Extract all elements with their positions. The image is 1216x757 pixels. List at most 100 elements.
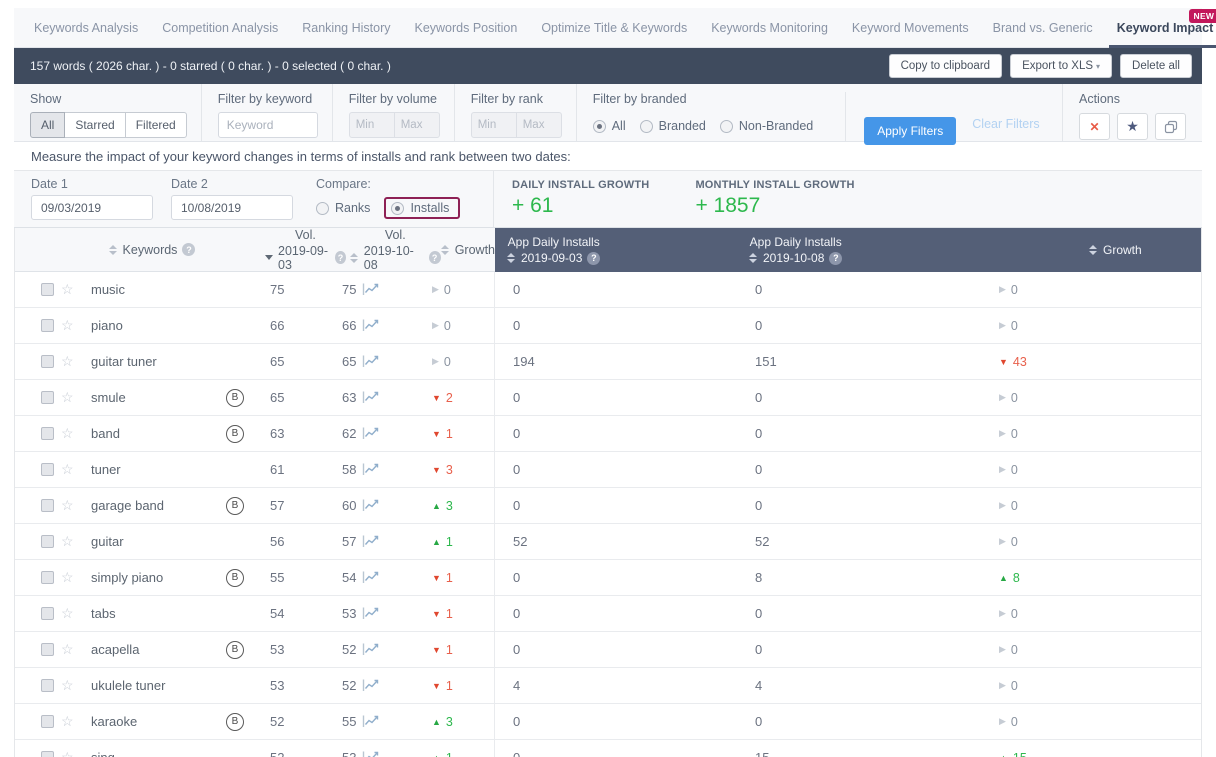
- installs-date2-value: 0: [755, 282, 763, 297]
- clear-filters-button[interactable]: Clear Filters: [972, 117, 1039, 131]
- chart-line-icon[interactable]: [362, 391, 379, 404]
- show-starred-button[interactable]: Starred: [64, 112, 126, 138]
- chart-line-icon[interactable]: [362, 499, 379, 512]
- star-icon[interactable]: ☆: [61, 353, 74, 370]
- volume-date2-value: 60: [342, 498, 357, 513]
- row-checkbox[interactable]: [41, 679, 54, 692]
- row-checkbox[interactable]: [41, 535, 54, 548]
- star-icon[interactable]: ☆: [61, 713, 74, 730]
- row-checkbox[interactable]: [41, 355, 54, 368]
- star-icon[interactable]: ☆: [61, 569, 74, 586]
- chart-line-icon[interactable]: [362, 643, 379, 656]
- sort-icon[interactable]: [349, 252, 358, 263]
- star-icon[interactable]: ☆: [61, 317, 74, 334]
- compare-installs-radio[interactable]: Installs: [391, 201, 449, 215]
- vol-date1-column-header[interactable]: Vol. 2019-09-03?: [265, 228, 346, 272]
- nav-tab[interactable]: Ranking History: [290, 8, 402, 47]
- copy-filtered-button[interactable]: [1155, 113, 1186, 140]
- sort-icon[interactable]: [1089, 245, 1097, 255]
- help-icon[interactable]: ?: [428, 251, 441, 264]
- chart-line-icon[interactable]: [362, 607, 379, 620]
- chart-line-icon[interactable]: [362, 463, 379, 476]
- star-icon[interactable]: ☆: [61, 641, 74, 658]
- chart-line-icon[interactable]: [362, 751, 379, 757]
- table-row: ☆ garage band B 57 60 ▲ 3 0 0 ▶ 0: [15, 488, 1201, 524]
- nav-tab[interactable]: Competition Analysis: [150, 8, 290, 47]
- chart-line-icon[interactable]: [362, 715, 379, 728]
- star-icon[interactable]: ☆: [61, 749, 74, 757]
- growth-direction-icon: ▶: [999, 716, 1006, 726]
- nav-tab[interactable]: Brand vs. Generic: [981, 8, 1105, 47]
- help-icon[interactable]: ?: [335, 251, 346, 264]
- chart-line-icon[interactable]: [362, 535, 379, 548]
- row-checkbox[interactable]: [41, 499, 54, 512]
- installs-growth-column-header[interactable]: Growth: [979, 228, 1201, 272]
- vol-date2-column-header[interactable]: Vol. 2019-10-08?: [349, 228, 441, 272]
- row-checkbox[interactable]: [41, 751, 54, 757]
- row-checkbox[interactable]: [41, 427, 54, 440]
- row-checkbox[interactable]: [41, 607, 54, 620]
- chart-line-icon[interactable]: [362, 283, 379, 296]
- vol-growth-column-header[interactable]: Growth: [440, 228, 495, 271]
- show-filtered-button[interactable]: Filtered: [124, 112, 187, 138]
- star-icon[interactable]: ☆: [61, 533, 74, 550]
- nav-tab[interactable]: Keyword Movements: [840, 8, 981, 47]
- copy-to-clipboard-button[interactable]: Copy to clipboard: [888, 54, 1003, 78]
- nav-tab[interactable]: Keywords Monitoring: [699, 8, 840, 47]
- installs-date2-column-header[interactable]: App Daily Installs 2019-10-08?: [737, 228, 979, 272]
- row-checkbox[interactable]: [41, 283, 54, 296]
- row-checkbox[interactable]: [41, 715, 54, 728]
- star-icon[interactable]: ☆: [61, 677, 74, 694]
- branded-all-radio[interactable]: All: [592, 119, 626, 133]
- growth-direction-icon: ▶: [999, 680, 1006, 690]
- star-icon[interactable]: ☆: [61, 605, 74, 622]
- installs-growth: ▶ 0: [999, 678, 1018, 693]
- rank-min-input[interactable]: [470, 112, 517, 138]
- star-icon[interactable]: ☆: [61, 281, 74, 298]
- branded-branded-radio[interactable]: Branded: [639, 119, 706, 133]
- sort-icon[interactable]: [108, 244, 117, 255]
- row-checkbox[interactable]: [41, 391, 54, 404]
- keywords-column-header[interactable]: Keywords ?: [61, 228, 243, 271]
- nav-tab[interactable]: Optimize Title & Keywords: [529, 8, 699, 47]
- sort-icon[interactable]: [507, 253, 515, 263]
- help-icon[interactable]: ?: [829, 251, 843, 265]
- chart-line-icon[interactable]: [362, 319, 379, 332]
- row-checkbox[interactable]: [41, 319, 54, 332]
- star-icon[interactable]: ☆: [61, 389, 74, 406]
- help-icon[interactable]: ?: [182, 243, 196, 256]
- star-icon[interactable]: ☆: [61, 461, 74, 478]
- chart-line-icon[interactable]: [362, 571, 379, 584]
- chart-line-icon[interactable]: [362, 427, 379, 440]
- installs-date1-column-header[interactable]: App Daily Installs 2019-09-03?: [495, 228, 737, 272]
- sort-icon[interactable]: [749, 253, 757, 263]
- row-checkbox[interactable]: [41, 463, 54, 476]
- volume-min-input[interactable]: [348, 112, 395, 138]
- branded-nonbranded-radio[interactable]: Non-Branded: [719, 119, 813, 133]
- table-header: Keywords ? Vol. 2019-09-03? Vol. 2019-10…: [15, 228, 1201, 272]
- star-icon[interactable]: ☆: [61, 425, 74, 442]
- delete-all-button[interactable]: Delete all: [1120, 54, 1192, 78]
- chart-line-icon[interactable]: [362, 679, 379, 692]
- keyword-filter-input[interactable]: [217, 112, 318, 138]
- rank-max-input[interactable]: [515, 112, 562, 138]
- nav-tab[interactable]: Keyword Impact NEW: [1105, 8, 1216, 48]
- actions-label: Actions: [1079, 92, 1120, 106]
- date1-input[interactable]: [31, 195, 153, 220]
- sort-icon[interactable]: [440, 244, 449, 255]
- row-checkbox[interactable]: [41, 571, 54, 584]
- chart-line-icon[interactable]: [362, 355, 379, 368]
- row-checkbox[interactable]: [41, 643, 54, 656]
- nav-tab[interactable]: Keywords Position: [402, 8, 529, 47]
- nav-tab[interactable]: Keywords Analysis: [22, 8, 150, 47]
- star-icon[interactable]: ☆: [61, 497, 74, 514]
- show-all-button[interactable]: All: [30, 112, 66, 138]
- star-filtered-button[interactable]: ★: [1117, 113, 1148, 140]
- volume-max-input[interactable]: [393, 112, 440, 138]
- remove-filtered-button[interactable]: ✕: [1079, 113, 1110, 140]
- compare-ranks-radio[interactable]: Ranks: [316, 201, 370, 215]
- date2-input[interactable]: [171, 195, 293, 220]
- help-icon[interactable]: ?: [587, 251, 601, 265]
- apply-filters-button[interactable]: Apply Filters: [864, 117, 957, 145]
- export-to-xls-button[interactable]: Export to XLS ▾: [1010, 54, 1113, 78]
